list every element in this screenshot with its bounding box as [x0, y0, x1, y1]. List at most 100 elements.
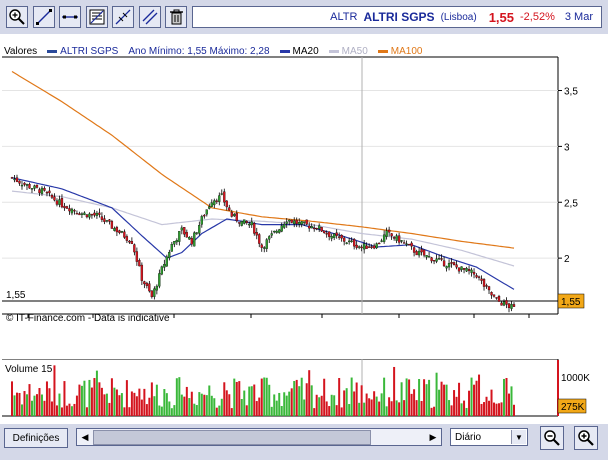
price-chart[interactable]: 3,532,52 AgoSetOutNovDezJanFevMar2008200…	[2, 40, 604, 328]
volume-bar	[508, 393, 511, 416]
candle-body	[370, 246, 373, 248]
candle-body	[358, 246, 361, 248]
candle-body	[68, 208, 71, 212]
scroll-thumb[interactable]	[93, 430, 371, 445]
volume-bar	[190, 391, 193, 416]
volume-bar	[78, 384, 81, 416]
volume-bar	[223, 382, 226, 416]
candle-body	[455, 264, 458, 268]
volume-bar	[278, 392, 281, 416]
candle-body	[18, 180, 21, 184]
y-tick-label: 2	[564, 254, 570, 265]
volume-bar	[108, 402, 111, 416]
zoom-in-tool-button[interactable]	[6, 6, 28, 28]
trash-button[interactable]	[165, 6, 187, 28]
legend-item-ma50[interactable]: MA50	[328, 46, 368, 57]
candle-body	[153, 288, 156, 297]
candle-body	[422, 249, 426, 256]
volume-bar	[15, 392, 18, 416]
candle-body	[83, 212, 86, 215]
chart-frame	[2, 40, 604, 328]
candle-body	[305, 219, 308, 225]
volume-bar	[380, 393, 383, 416]
period-select-value: Diário	[455, 431, 482, 443]
period-select[interactable]: Diário ▼	[450, 428, 528, 446]
volume-bar	[238, 381, 241, 416]
candle-body	[485, 285, 488, 287]
candle-body	[53, 196, 56, 201]
volume-bar	[133, 392, 136, 416]
volume-bar	[158, 405, 161, 416]
candle-body	[70, 208, 74, 214]
candle-body	[377, 242, 381, 245]
trend-line-tool-button[interactable]	[32, 6, 55, 28]
legend-item-ma100[interactable]: MA100	[377, 46, 422, 57]
candle-body	[265, 239, 268, 249]
candle-body	[507, 303, 511, 309]
candle-body	[185, 232, 188, 238]
candle-body	[343, 237, 346, 242]
volume-chart[interactable]: 1000K 275K	[2, 359, 604, 419]
candle-body	[188, 237, 191, 240]
volume-bar	[320, 395, 323, 416]
volume-bar	[343, 390, 346, 416]
volume-bar	[293, 380, 296, 416]
volume-bar	[303, 399, 306, 416]
volume-bar	[80, 385, 83, 416]
legend-range: Ano Mínimo: 1,55 Máximo: 2,28	[128, 46, 270, 57]
volume-bar	[378, 401, 381, 416]
candle-body	[365, 245, 368, 249]
volume-bar	[128, 407, 131, 416]
candle-body	[255, 232, 258, 236]
scroll-left-icon[interactable]: ◀	[78, 429, 92, 445]
volume-bar	[65, 405, 68, 416]
candle-body	[510, 304, 513, 309]
candle-body	[470, 269, 473, 273]
volume-bar	[490, 389, 493, 416]
volume-bar	[450, 405, 453, 416]
volume-bar	[503, 378, 506, 416]
ma50-swatch	[328, 50, 339, 53]
volume-bar	[485, 396, 488, 416]
trash-icon	[170, 9, 183, 25]
candle-body	[477, 276, 481, 278]
candle-body	[260, 244, 263, 248]
fibonacci-tool-button[interactable]	[85, 6, 108, 28]
candle-body	[480, 278, 483, 281]
volume-bar	[505, 377, 508, 416]
volume-bar	[13, 395, 16, 416]
horizontal-line-tool-button[interactable]	[59, 6, 81, 28]
zoom-out-button[interactable]	[540, 426, 564, 450]
volume-bar	[423, 379, 426, 416]
volume-bar	[138, 388, 141, 416]
candle-body	[143, 281, 146, 285]
volume-bar	[495, 403, 498, 416]
candle-body	[482, 279, 486, 287]
candle-body	[340, 234, 343, 239]
volume-bar	[248, 386, 251, 416]
candle-body	[235, 212, 238, 221]
cross-line-tool-button[interactable]	[112, 6, 134, 28]
volume-bar	[413, 389, 416, 416]
candle-body	[475, 275, 478, 278]
volume-bar	[428, 379, 431, 416]
security-name: ALTRI SGPS	[363, 10, 435, 24]
settings-button[interactable]: Definições	[4, 428, 68, 448]
time-scrollbar[interactable]: ◀ ▶	[76, 428, 442, 446]
candle-body	[120, 231, 124, 233]
scroll-right-icon[interactable]: ▶	[426, 429, 440, 445]
candle-body	[492, 294, 496, 297]
volume-bar	[200, 393, 203, 416]
legend-item-ma20[interactable]: MA20	[279, 46, 319, 57]
candle-body	[460, 266, 463, 270]
candle-body	[15, 177, 19, 182]
candle-body	[200, 216, 203, 225]
candle-body	[45, 191, 49, 194]
volume-bar	[328, 406, 331, 416]
volume-bar	[63, 381, 66, 416]
volume-bar	[175, 378, 178, 416]
parallel-lines-tool-button[interactable]	[138, 6, 161, 28]
volume-bar	[198, 392, 201, 416]
volume-bar	[253, 384, 256, 416]
zoom-in-button[interactable]	[574, 426, 598, 450]
